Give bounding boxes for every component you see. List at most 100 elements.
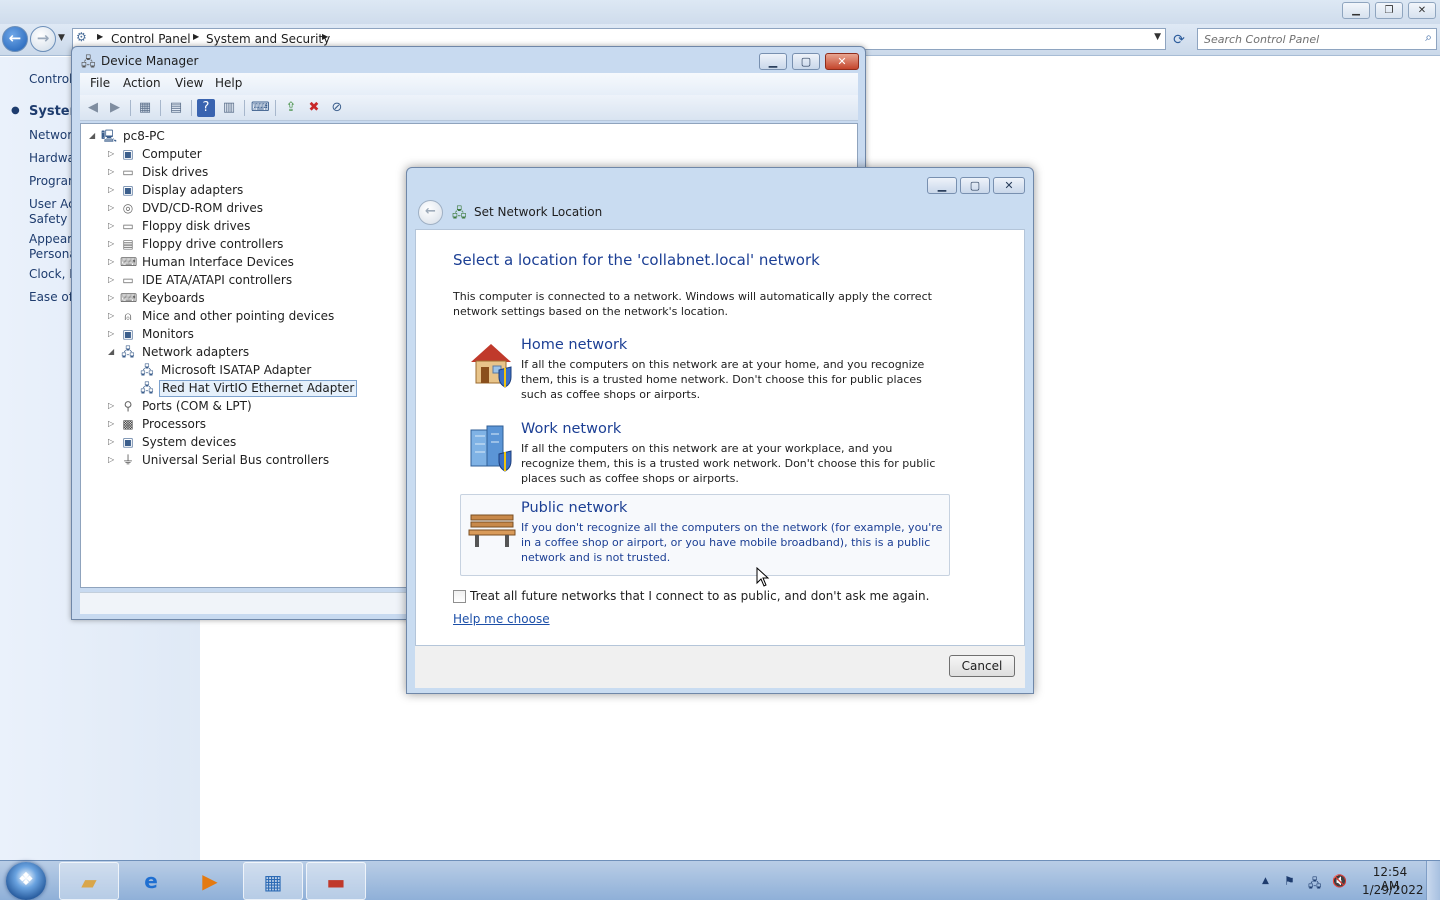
update-driver-icon[interactable]: ⇪ [282,99,300,117]
breadcrumb-arrow-icon[interactable]: ▶ [97,32,103,41]
expand-arrow-icon[interactable]: ▷ [108,329,114,338]
back-button[interactable]: ← [2,26,28,52]
network-tray-icon[interactable]: 🖧 [1308,874,1321,895]
address-dropdown-icon[interactable]: ▼ [1154,32,1161,42]
action-pane-icon[interactable]: ▥ [220,99,238,117]
collapse-arrow-icon[interactable]: ◢ [108,347,114,356]
help-me-choose-link[interactable]: Help me choose [453,612,550,626]
recent-pages-dropdown-icon[interactable]: ▼ [58,33,65,43]
expand-arrow-icon[interactable]: ▷ [108,401,114,410]
tree-label[interactable]: Floppy disk drives [140,219,252,233]
menu-file[interactable]: File [90,76,110,90]
forward-arrow-icon[interactable]: ▶ [106,99,124,117]
disable-device-icon[interactable]: ⊘ [328,99,346,117]
sidebar-item-user-accounts-safety[interactable]: Safety [29,212,67,226]
treat-as-public-label[interactable]: Treat all future networks that I connect… [470,589,929,603]
expand-arrow-icon[interactable]: ▷ [108,257,114,266]
taskbar-control-panel-button[interactable]: ▦ [243,862,303,900]
sidebar-item-control-panel-home[interactable]: Control [29,72,72,86]
properties-icon[interactable]: ▤ [167,99,185,117]
forward-button[interactable]: → [30,26,56,52]
expand-arrow-icon[interactable]: ▷ [108,437,114,446]
home-network-title[interactable]: Home network [521,337,627,353]
public-network-option[interactable]: Public network If you don't recognize al… [460,494,950,576]
expand-arrow-icon[interactable]: ▷ [108,455,114,464]
volume-muted-icon[interactable]: 🔇 [1332,874,1347,888]
treat-as-public-checkbox[interactable] [453,590,466,603]
expand-arrow-icon[interactable]: ▷ [108,149,114,158]
expand-arrow-icon[interactable]: ▷ [108,293,114,302]
snl-close-button[interactable]: ✕ [993,177,1025,194]
menu-help[interactable]: Help [215,76,242,90]
show-hide-console-tree-icon[interactable]: ▦ [136,99,154,117]
show-desktop-button[interactable] [1426,861,1440,900]
tree-label[interactable]: System devices [140,435,238,449]
work-network-option[interactable]: Work network If all the computers on thi… [460,415,950,497]
breadcrumb-control-panel[interactable]: Control Panel [111,32,191,46]
tree-label[interactable]: Network adapters [140,345,251,359]
cp-close-button[interactable]: ✕ [1408,2,1436,19]
dm-close-button[interactable]: ✕ [825,53,859,70]
tree-label[interactable]: Mice and other pointing devices [140,309,336,323]
expand-arrow-icon[interactable]: ▷ [108,311,114,320]
start-button[interactable]: ❖ [6,862,46,900]
tree-label[interactable]: Microsoft ISATAP Adapter [159,363,313,377]
taskbar-explorer-button[interactable]: ▰ [59,862,119,900]
tree-label[interactable]: Processors [140,417,208,431]
device-manager-titlebar[interactable]: 🖧 Device Manager ▁ ▢ ✕ [72,47,865,75]
expand-arrow-icon[interactable]: ▷ [108,239,114,248]
scan-hardware-changes-icon[interactable]: ⌨ [251,99,270,117]
tree-label[interactable]: Computer [140,147,204,161]
expand-arrow-icon[interactable]: ▷ [108,185,114,194]
breadcrumb-arrow-icon[interactable]: ▶ [322,32,328,41]
tree-label[interactable]: Display adapters [140,183,245,197]
snl-back-button[interactable]: ← [418,200,443,225]
snl-maximize-button[interactable]: ▢ [960,177,990,194]
tree-label[interactable]: Human Interface Devices [140,255,296,269]
breadcrumb-arrow-icon[interactable]: ▶ [193,32,199,41]
expand-arrow-icon[interactable]: ▷ [108,221,114,230]
sidebar-item-personalization[interactable]: Persona [29,247,77,261]
tree-label[interactable]: IDE ATA/ATAPI controllers [140,273,294,287]
tree-label[interactable]: Floppy drive controllers [140,237,285,251]
taskbar-media-player-button[interactable]: ▶ [180,862,240,900]
back-arrow-icon[interactable]: ◀ [84,99,102,117]
action-center-flag-icon[interactable]: ⚑ [1284,874,1295,888]
expand-arrow-icon[interactable]: ▷ [108,167,114,176]
sidebar-item-clock[interactable]: Clock, L [29,267,76,281]
sidebar-item-hardware[interactable]: Hardwa [29,151,75,165]
collapse-arrow-icon[interactable]: ◢ [89,131,95,140]
tree-label[interactable]: Monitors [140,327,196,341]
tree-label[interactable]: Disk drives [140,165,210,179]
tree-label[interactable]: DVD/CD-ROM drives [140,201,265,215]
uninstall-icon[interactable]: ✖ [305,99,323,117]
search-box[interactable]: ⌕ [1197,28,1437,50]
tree-label-selected[interactable]: Red Hat VirtIO Ethernet Adapter [159,380,358,397]
sidebar-item-network[interactable]: Networ [29,128,72,142]
clock-date[interactable]: 1/29/2022 [1362,883,1424,897]
search-input[interactable] [1204,31,1414,47]
sidebar-item-programs[interactable]: Progran [29,174,76,188]
snl-minimize-button[interactable]: ▁ [927,177,957,194]
cancel-button[interactable]: Cancel [949,655,1015,677]
tree-label[interactable]: Universal Serial Bus controllers [140,453,331,467]
sidebar-item-user-accounts[interactable]: User Ac [29,197,75,211]
show-hidden-icons-icon[interactable]: ▲ [1262,876,1269,886]
search-icon[interactable]: ⌕ [1425,30,1432,45]
menu-view[interactable]: View [175,76,203,90]
dm-maximize-button[interactable]: ▢ [792,53,820,70]
menu-action[interactable]: Action [123,76,161,90]
tree-label-root[interactable]: pc8-PC [121,129,167,143]
home-network-option[interactable]: Home network If all the computers on thi… [460,331,950,413]
tree-label[interactable]: Ports (COM & LPT) [140,399,254,413]
taskbar-device-manager-button[interactable]: ▬ [306,862,366,900]
dm-minimize-button[interactable]: ▁ [759,53,787,70]
cp-minimize-button[interactable]: ▁ [1342,2,1370,19]
cp-restore-button[interactable]: ❐ [1375,2,1403,19]
breadcrumb-system-and-security[interactable]: System and Security [206,32,330,46]
tree-label[interactable]: Keyboards [140,291,207,305]
expand-arrow-icon[interactable]: ▷ [108,203,114,212]
taskbar-internet-explorer-button[interactable]: e [121,862,181,900]
work-network-title[interactable]: Work network [521,421,621,437]
refresh-icon[interactable]: ⟳ [1168,30,1190,50]
